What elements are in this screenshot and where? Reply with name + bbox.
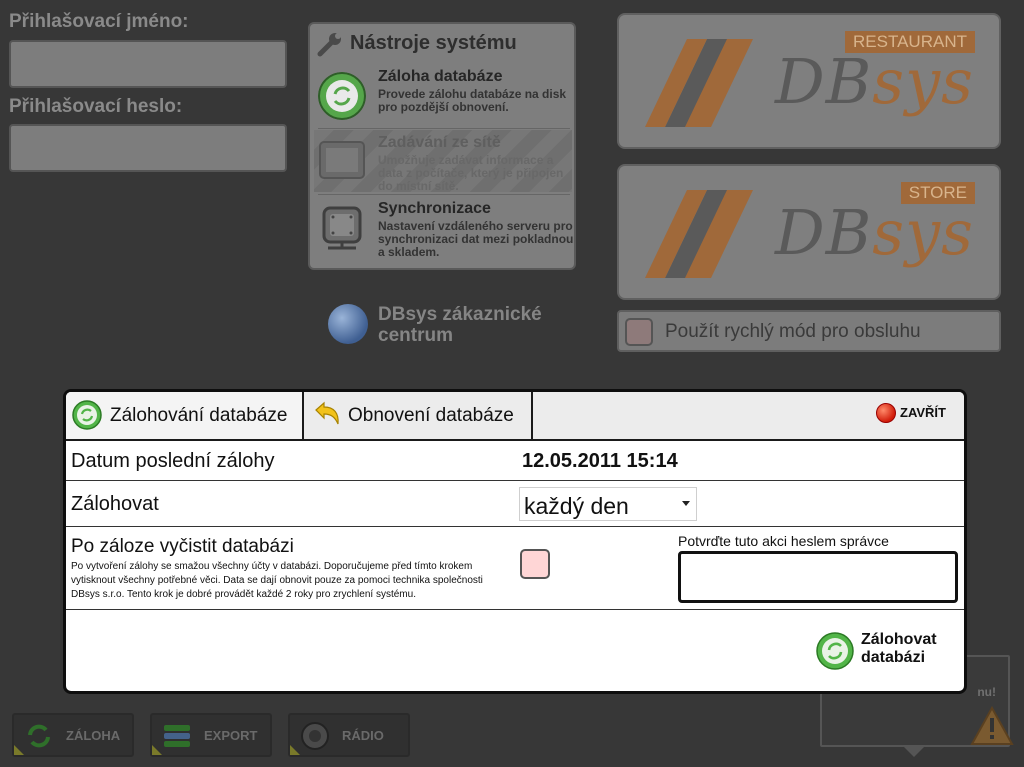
customer-center-label: DBsys zákaznické centrum <box>378 304 542 346</box>
tab-label: Zálohování databáze <box>110 405 288 426</box>
export-bottom-button[interactable]: EXPORT <box>150 713 272 757</box>
clean-database-row: Po záloze vyčistit databázi Po vytvoření… <box>66 527 964 610</box>
fast-mode-toggle[interactable]: Použít rychlý mód pro obsluhu <box>617 310 1001 352</box>
admin-password-input[interactable] <box>678 551 958 603</box>
frequency-select[interactable]: každý den <box>519 487 697 521</box>
close-label: ZAVŘÍT <box>900 405 946 420</box>
warning-icon <box>970 706 1014 745</box>
corner-marker <box>152 745 162 755</box>
system-tools-panel: Nástroje systému Záloha databáze Provede… <box>308 22 576 270</box>
tool-description: Provede zálohu databáze na disk pro pozd… <box>378 87 567 114</box>
brand-stripes-logo <box>645 190 753 278</box>
username-input[interactable] <box>9 40 287 88</box>
corner-marker <box>14 745 24 755</box>
wrench-icon <box>317 33 341 57</box>
dialog-tab-bar: Zálohování databáze Obnovení databáze ZA… <box>66 392 964 441</box>
recycle-icon <box>72 400 102 430</box>
brand-card-store[interactable]: STORE DBsys <box>617 164 1001 300</box>
undo-arrow-icon <box>315 401 339 425</box>
frequency-label: Zálohovat <box>71 493 159 515</box>
fast-mode-label: Použít rychlý mód pro obsluhu <box>665 321 921 342</box>
bottom-button-label: ZÁLOHA <box>66 728 121 743</box>
database-backup-icon <box>318 72 366 120</box>
backup-database-button[interactable]: Zálohovat databázi <box>816 630 962 676</box>
password-input[interactable] <box>9 124 287 172</box>
tool-item-backup[interactable]: Záloha databáze Provede zálohu databáze … <box>314 64 572 126</box>
last-backup-label: Datum poslední zálohy <box>71 450 275 472</box>
tool-item-network-input[interactable]: Zadávání ze sítě Umožňuje zadávat inform… <box>314 130 572 193</box>
close-icon <box>876 403 896 423</box>
brand-stripes-logo <box>645 39 753 127</box>
bottom-button-label: RÁDIO <box>342 728 384 743</box>
sync-server-icon <box>322 206 362 250</box>
divider <box>318 194 570 195</box>
frequency-selected-value: každý den <box>524 493 629 519</box>
recycle-icon <box>816 632 854 670</box>
tool-description: Nastavení vzdáleného serveru pro synchro… <box>378 219 574 259</box>
globe-icon <box>328 304 368 344</box>
login-password-label: Přihlašovací heslo: <box>9 96 183 117</box>
fast-mode-checkbox[interactable] <box>625 318 653 346</box>
tab-restore[interactable]: Obnovení databáze <box>304 392 533 439</box>
dbsys-logo: DBsys <box>775 196 974 269</box>
tool-name: Zadávání ze sítě <box>378 134 501 151</box>
last-backup-row: Datum poslední zálohy 12.05.2011 15:14 <box>66 441 964 481</box>
tool-name: Záloha databáze <box>378 68 503 85</box>
dbsys-logo: DBsys <box>775 45 974 118</box>
radio-icon <box>301 722 329 750</box>
brand-card-restaurant[interactable]: RESTAURANT DBsys <box>617 13 1001 149</box>
chevron-down-icon <box>682 501 690 506</box>
clean-database-description: Po vytvoření zálohy se smažou všechny úč… <box>71 561 483 600</box>
recycle-icon <box>28 724 50 748</box>
tab-label: Obnovení databáze <box>348 405 514 426</box>
bottom-button-label: EXPORT <box>204 728 258 743</box>
tool-name: Synchronizace <box>378 200 491 217</box>
clean-database-title: Po záloze vyčistit databázi <box>71 536 294 557</box>
backup-dialog: Zálohování databáze Obnovení databáze ZA… <box>63 389 967 694</box>
export-icon <box>164 725 190 747</box>
corner-marker <box>290 745 300 755</box>
last-backup-value: 12.05.2011 15:14 <box>522 450 678 472</box>
backup-bottom-button[interactable]: ZÁLOHA <box>12 713 134 757</box>
clean-database-checkbox[interactable] <box>520 549 550 579</box>
tool-description: Umožňuje zadávat informace a data z počí… <box>378 153 564 193</box>
notification-text: nu! <box>977 685 996 699</box>
tools-title: Nástroje systému <box>350 32 517 54</box>
radio-bottom-button[interactable]: RÁDIO <box>288 713 410 757</box>
backup-button-label: Zálohovat databázi <box>861 631 937 666</box>
close-button[interactable]: ZAVŘÍT <box>876 401 958 427</box>
login-username-label: Přihlašovací jméno: <box>9 11 189 32</box>
admin-password-label: Potvrďte tuto akci heslem správce <box>678 533 889 549</box>
customer-center-link[interactable]: DBsys zákaznické centrum <box>328 302 588 348</box>
divider <box>318 128 570 129</box>
tool-item-sync[interactable]: Synchronizace Nastavení vzdáleného serve… <box>314 196 574 259</box>
network-input-icon <box>319 141 365 179</box>
frequency-row: Zálohovat každý den <box>66 481 964 527</box>
notification-pointer <box>902 745 926 757</box>
tab-backup[interactable]: Zálohování databáze <box>66 392 304 439</box>
